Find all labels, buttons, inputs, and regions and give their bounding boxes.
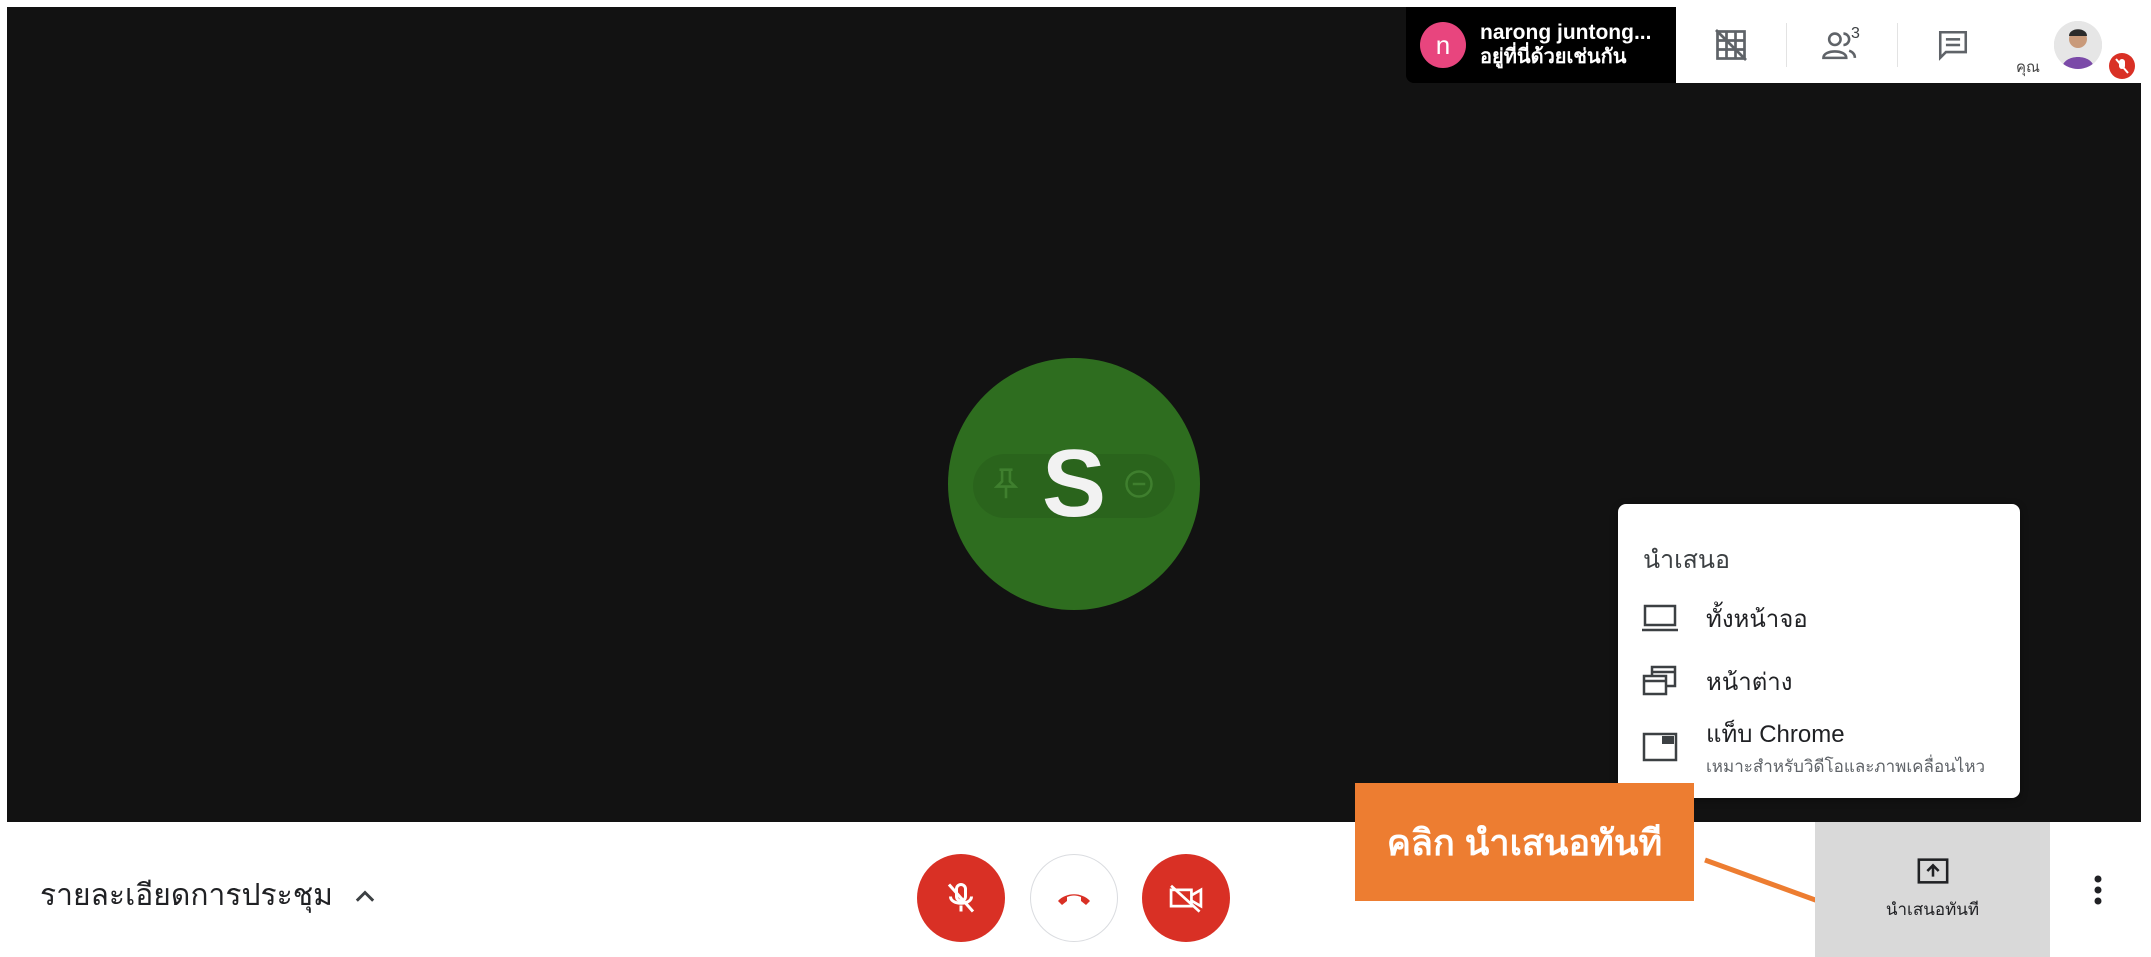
menu-item-entire-screen[interactable]: ทั้งหน้าจอ: [1618, 589, 2020, 647]
camera-toggle-button[interactable]: [1142, 854, 1230, 942]
present-now-label: นำเสนอทันที: [1885, 900, 1980, 919]
chrome-tab-icon: [1642, 732, 1678, 762]
leave-call-button[interactable]: [1030, 854, 1118, 942]
present-to-all-icon: [1917, 858, 1948, 884]
hang-up-icon: [1058, 894, 1090, 905]
present-menu: นำเสนอ ทั้งหน้าจอ หน้าต่าง แท็บ Chrome เ…: [1618, 504, 2020, 798]
microphone-toggle-button[interactable]: [917, 854, 1005, 942]
layout-button[interactable]: [1676, 7, 1786, 83]
pin-icon[interactable]: [993, 467, 1019, 501]
menu-item-label: แท็บ Chrome: [1706, 721, 1845, 748]
present-menu-title: นำเสนอ: [1643, 546, 1731, 574]
more-options-button[interactable]: [2083, 872, 2113, 908]
self-muted-badge: [2109, 53, 2135, 79]
host-name: narong juntong...: [1480, 21, 1652, 44]
present-now-button[interactable]: นำเสนอทันที: [1815, 822, 2050, 957]
menu-item-label: หน้าต่าง: [1706, 668, 1793, 696]
participant-initial: S: [1041, 430, 1107, 537]
host-status: อยู่ที่นี่ด้วยเช่นกัน: [1480, 46, 1627, 68]
remove-participant-icon[interactable]: [1124, 469, 1154, 499]
meeting-tools: 3 คุณ: [1676, 7, 2141, 83]
self-avatar: [2054, 21, 2102, 69]
chat-icon: [1938, 30, 1968, 61]
camera-off-icon: [1169, 884, 1203, 913]
participant-count: 3: [1851, 25, 1860, 42]
menu-item-chrome-tab[interactable]: แท็บ Chrome เหมาะสำหรับวิดีโอและภาพเคลื่…: [1618, 715, 2020, 779]
menu-item-window[interactable]: หน้าต่าง: [1618, 652, 2020, 710]
mic-off-icon: [947, 883, 975, 913]
host-notification[interactable]: n narong juntong... อยู่ที่นี่ด้วยเช่นกั…: [1406, 7, 1676, 83]
meeting-details-label: รายละเอียดการประชุม: [40, 879, 333, 912]
menu-item-label: ทั้งหน้าจอ: [1706, 605, 1808, 633]
chat-button[interactable]: [1898, 7, 2008, 83]
top-bar: n narong juntong... อยู่ที่นี่ด้วยเช่นกั…: [1406, 7, 2141, 83]
chevron-up-icon: [355, 889, 375, 902]
bottom-bar: รายละเอียดการประชุม นำเสนอทันที: [0, 822, 2151, 957]
mic-off-icon: [2115, 58, 2129, 74]
monitor-icon: [1642, 604, 1678, 632]
meeting-details-button[interactable]: รายละเอียดการประชุม: [40, 872, 379, 919]
host-avatar: n: [1420, 22, 1466, 68]
more-vert-icon: [2094, 875, 2102, 905]
self-view-tile[interactable]: คุณ: [2008, 7, 2141, 83]
window-icon: [1642, 665, 1677, 696]
layout-grid-off-icon: [1715, 29, 1747, 61]
participants-button[interactable]: 3: [1787, 7, 1897, 83]
self-label: คุณ: [2016, 59, 2040, 76]
participant-tile[interactable]: S: [948, 358, 1200, 610]
menu-item-sublabel: เหมาะสำหรับวิดีโอและภาพเคลื่อนไหว: [1706, 757, 1986, 776]
